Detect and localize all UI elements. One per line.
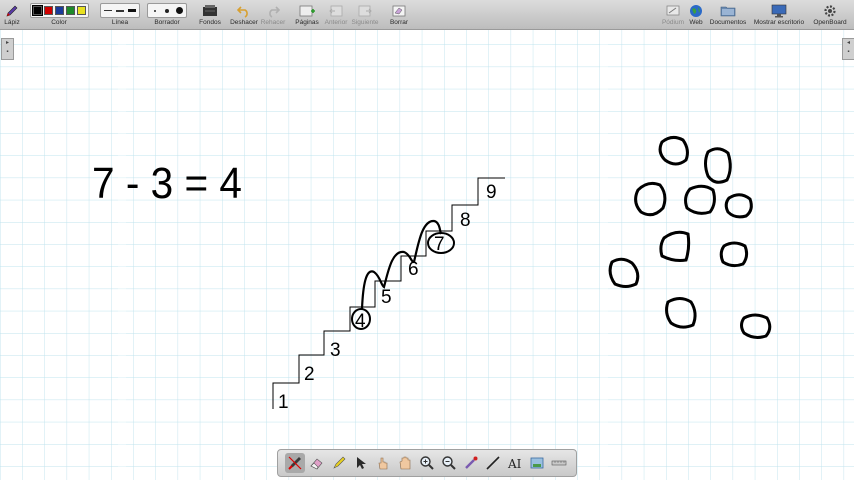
color-swatch-green[interactable] (65, 6, 75, 15)
eraser-size-selector: Borrador (146, 0, 188, 29)
line-tool[interactable] (483, 453, 503, 473)
line-width-options (100, 3, 140, 18)
color-swatch-black[interactable] (31, 5, 43, 16)
pen-tool-button[interactable]: Lápiz (2, 0, 22, 29)
eraser-small-button[interactable] (150, 9, 160, 12)
erase-page-icon (391, 2, 407, 19)
line-medium-button[interactable] (115, 9, 125, 12)
eraser-label: Borrador (154, 19, 180, 26)
line-label: Línea (111, 19, 129, 26)
next-page-icon (357, 2, 373, 19)
selector-tool[interactable] (351, 453, 371, 473)
color-label: Color (51, 19, 67, 26)
ruler-icon (551, 460, 567, 466)
pages-label: Páginas (295, 19, 319, 26)
show-desktop-button[interactable]: Mostrar escritorio (750, 0, 808, 29)
backgrounds-icon (202, 2, 218, 19)
marker-icon (333, 456, 346, 469)
grid-background (0, 30, 854, 480)
text-icon: AI (507, 457, 522, 471)
equation-text: 7 - 3 = 4 (92, 159, 242, 208)
stair-number-1: 1 (278, 392, 289, 413)
next-page-button[interactable]: Siguiente (350, 0, 380, 29)
eraser-icon (310, 458, 323, 470)
openboard-menu-button[interactable]: OpenBoard (810, 0, 850, 29)
color-swatch-red[interactable] (43, 6, 53, 15)
ruler-tool[interactable] (549, 453, 569, 473)
gear-icon (823, 2, 837, 19)
selector-icon (357, 457, 366, 469)
stair-number-3: 3 (330, 340, 341, 361)
backgrounds-label: Fondos (199, 19, 221, 26)
web-button[interactable]: Web (686, 0, 706, 29)
stair-number-8: 8 (460, 210, 471, 231)
zoom-in-tool[interactable] (417, 453, 437, 473)
undo-icon (237, 2, 251, 19)
add-page-icon (299, 2, 315, 19)
redo-label: Rehacer (260, 19, 286, 26)
pages-button[interactable]: Páginas (294, 0, 320, 29)
undo-button[interactable]: Deshacer (228, 0, 260, 29)
previous-page-label: Anterior (324, 19, 348, 26)
show-desktop-label: Mostrar escritorio (753, 19, 805, 26)
line-width-selector: Línea (100, 0, 140, 29)
zoom-in-icon (420, 456, 434, 470)
eraser-large-button[interactable] (174, 7, 184, 14)
erase-page-button[interactable]: Borrar (386, 0, 412, 29)
color-swatches (29, 3, 89, 18)
stair-number-5: 5 (381, 287, 392, 308)
backgrounds-button[interactable]: Fondos (196, 0, 224, 29)
zoom-out-tool[interactable] (439, 453, 459, 473)
openboard-label: OpenBoard (813, 19, 847, 26)
color-selector: Color (26, 0, 92, 29)
erase-label: Borrar (389, 19, 409, 26)
interact-tool[interactable] (373, 453, 393, 473)
line-icon (486, 456, 500, 470)
web-label: Web (689, 19, 703, 26)
color-swatch-yellow[interactable] (76, 6, 86, 15)
globe-icon (689, 2, 703, 19)
pen-icon (288, 456, 302, 470)
podium-label: Pódium (661, 19, 685, 26)
folder-icon (720, 2, 736, 19)
laser-pointer-tool[interactable] (461, 453, 481, 473)
next-page-label: Siguiente (351, 19, 379, 26)
pen-tool[interactable] (285, 453, 305, 473)
right-panel-toggle[interactable]: ◂ ▪ (842, 38, 854, 60)
left-panel-toggle[interactable]: ▸ ▪ (1, 38, 14, 60)
top-toolbar: Lápiz Color Línea Borrador Fondos Deshac… (0, 0, 854, 30)
laser-pointer-icon (465, 456, 478, 469)
undo-label: Deshacer (230, 19, 258, 26)
line-thick-button[interactable] (127, 9, 137, 12)
redo-icon (266, 2, 280, 19)
eraser-tool[interactable] (307, 453, 327, 473)
whiteboard-canvas[interactable]: 7 - 3 = 4 1 2 3 4 5 6 7 8 9 (0, 30, 854, 480)
line-thin-button[interactable] (103, 10, 113, 11)
color-swatch-blue[interactable] (54, 6, 64, 15)
eraser-size-options (147, 3, 187, 18)
capture-tool[interactable] (527, 453, 547, 473)
tool-palette: AI (277, 449, 577, 477)
redo-button[interactable]: Rehacer (260, 0, 286, 29)
stair-number-2: 2 (304, 364, 315, 385)
pen-label: Lápiz (4, 19, 20, 26)
desktop-icon (771, 2, 787, 19)
text-tool[interactable]: AI (505, 453, 525, 473)
documents-button[interactable]: Documentos (708, 0, 748, 29)
podium-icon (665, 2, 681, 19)
documents-label: Documentos (709, 19, 747, 26)
pen-icon (5, 2, 19, 19)
eraser-medium-button[interactable] (162, 8, 172, 13)
previous-page-button[interactable]: Anterior (322, 0, 350, 29)
svg-text:AI: AI (507, 457, 522, 471)
hand-icon (378, 457, 388, 470)
zoom-out-icon (442, 456, 456, 470)
capture-icon (530, 457, 544, 469)
hand-grab-icon (399, 456, 411, 470)
previous-page-icon (328, 2, 344, 19)
marker-tool[interactable] (329, 453, 349, 473)
stair-number-9: 9 (486, 182, 497, 203)
hand-tool[interactable] (395, 453, 415, 473)
podium-button[interactable]: Pódium (660, 0, 686, 29)
